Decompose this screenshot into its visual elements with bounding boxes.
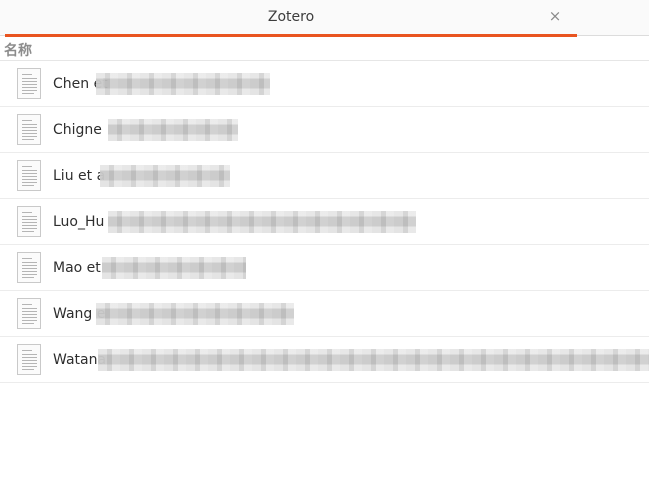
pdf-document-icon — [17, 160, 41, 191]
file-name: Liu et a — [53, 168, 106, 184]
file-row[interactable]: Luo_Hu — [0, 199, 649, 245]
redacted-text — [96, 303, 294, 325]
pdf-document-icon — [17, 252, 41, 283]
file-row[interactable]: Liu et a — [0, 153, 649, 199]
pdf-document-icon — [17, 206, 41, 237]
close-icon[interactable]: × — [547, 8, 563, 24]
column-header-name[interactable]: 名称 — [4, 40, 32, 60]
pdf-document-icon — [17, 344, 41, 375]
file-name: Mao et — [53, 260, 101, 276]
file-name: Luo_Hu — [53, 214, 105, 230]
pdf-document-icon — [17, 114, 41, 145]
column-header[interactable]: 名称 — [0, 37, 649, 61]
pdf-document-icon — [17, 68, 41, 99]
redacted-text — [108, 211, 416, 233]
file-row[interactable]: Wang e — [0, 291, 649, 337]
tab-title: Zotero — [267, 9, 315, 25]
redacted-text — [96, 73, 270, 95]
file-list: Chen et Chigne Liu et a Luo_Hu Mao et Wa… — [0, 61, 649, 383]
tab-zotero[interactable]: Zotero × — [5, 0, 577, 37]
pdf-document-icon — [17, 298, 41, 329]
tab-bar: Zotero × — [0, 0, 649, 37]
file-row[interactable]: Chen et — [0, 61, 649, 107]
redacted-text — [102, 257, 246, 279]
file-row[interactable]: Chigne — [0, 107, 649, 153]
file-row[interactable]: Mao et — [0, 245, 649, 291]
file-name: Chigne — [53, 122, 102, 138]
redacted-text — [98, 349, 649, 371]
file-row[interactable]: Watana — [0, 337, 649, 383]
redacted-text — [108, 119, 238, 141]
redacted-text — [100, 165, 230, 187]
